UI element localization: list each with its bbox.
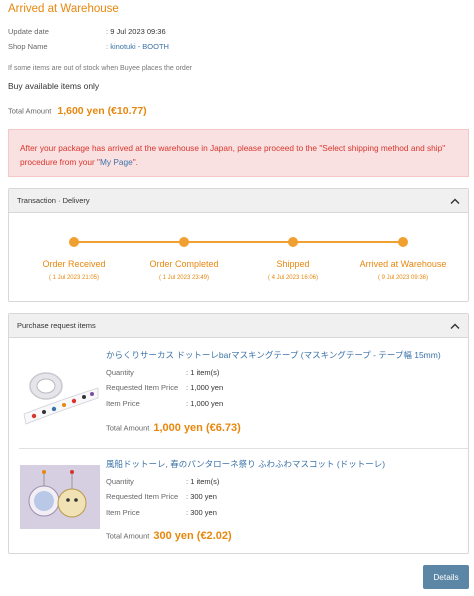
quantity-label: Quantity	[106, 477, 134, 486]
requested-price-row: Requested Item Price: 300 yen	[106, 492, 217, 501]
step-arrived: Arrived at Warehouse ( 9 Jul 2023 09:36)	[343, 259, 463, 281]
delivery-timeline: Order Received ( 1 Jul 2023 21:05) Order…	[9, 213, 468, 302]
stock-option: Buy available items only	[8, 81, 100, 91]
timeline-line	[74, 241, 404, 243]
total-amount-row: Total Amount 1,600 yen (€10.77)	[8, 105, 147, 117]
step-shipped: Shipped ( 4 Jul 2023 16:06)	[233, 259, 353, 281]
quantity-value: 1 item(s)	[190, 368, 220, 377]
item-total-row: Total Amount 300 yen (€2.02)	[106, 530, 232, 542]
plush-mascot-image[interactable]	[20, 465, 100, 529]
chevron-up-icon[interactable]	[449, 189, 461, 213]
shop-name-separator: :	[106, 42, 109, 51]
item-price-label: Item Price	[106, 399, 140, 408]
alert-text-after: ".	[132, 157, 138, 167]
transaction-panel-header[interactable]: Transaction · Delivery	[9, 189, 468, 213]
requested-price-separator: :	[186, 492, 189, 501]
quantity-row: Quantity: 1 item(s)	[106, 477, 219, 486]
item-name-link[interactable]: からくりサーカス ドットーレbarマスキングテープ (マスキングテープ - テー…	[106, 349, 441, 361]
step-date: ( 1 Jul 2023 23:49)	[158, 275, 210, 281]
item-price-value: 300 yen	[190, 508, 217, 517]
purchase-panel-header[interactable]: Purchase request items	[9, 314, 468, 338]
item-price-label: Item Price	[106, 508, 140, 517]
purchase-item: からくりサーカス ドットーレbarマスキングテープ (マスキングテープ - テー…	[9, 338, 468, 450]
purchase-panel: Purchase request items からくりサーカス ドットーレbar…	[8, 313, 469, 554]
step-name: Order Completed	[149, 259, 219, 269]
item-total-label: Total Amount	[106, 531, 150, 541]
quantity-value: 1 item(s)	[190, 477, 220, 486]
stock-note: If some items are out of stock when Buye…	[8, 65, 193, 72]
item-total-value: 1,000 yen (€6.73)	[153, 422, 241, 434]
requested-price-label: Requested Item Price	[106, 492, 179, 501]
item-total-value: 300 yen (€2.02)	[153, 530, 232, 542]
chevron-up-icon[interactable]	[449, 314, 461, 338]
requested-price-row: Requested Item Price: 1,000 yen	[106, 383, 223, 392]
step-name: Arrived at Warehouse	[359, 259, 447, 269]
update-date-row: Update date: 9 Jul 2023 09:36	[8, 27, 166, 36]
item-price-value: 1,000 yen	[190, 399, 224, 408]
purchase-item: 風船ドットーレ, 春のパンタローネ祭り ふわふわマスコット (ドットーレ) Qu…	[9, 448, 468, 553]
item-price-separator: :	[186, 508, 189, 517]
quantity-label: Quantity	[106, 368, 134, 377]
step-date: ( 9 Jul 2023 09:36)	[377, 275, 429, 281]
purchase-panel-title: Purchase request items	[17, 321, 96, 330]
item-total-row: Total Amount 1,000 yen (€6.73)	[106, 422, 241, 434]
requested-price-separator: :	[186, 383, 189, 392]
details-button[interactable]: Details	[423, 565, 469, 589]
quantity-separator: :	[186, 477, 189, 486]
shipping-alert: After your package has arrived at the wa…	[8, 129, 469, 177]
quantity-row: Quantity: 1 item(s)	[106, 368, 219, 377]
transaction-panel-title: Transaction · Delivery	[17, 196, 90, 205]
page-title: Arrived at Warehouse	[8, 3, 119, 15]
step-order-completed: Order Completed ( 1 Jul 2023 23:49)	[124, 259, 244, 281]
transaction-panel: Transaction · Delivery Order Received ( …	[8, 188, 469, 302]
item-price-row: Item Price: 300 yen	[106, 508, 217, 517]
item-price-separator: :	[186, 399, 189, 408]
timeline-dot-shipped	[288, 237, 298, 247]
step-name: Shipped	[276, 259, 310, 269]
update-date-separator: :	[106, 27, 109, 36]
item-price-row: Item Price: 1,000 yen	[106, 399, 223, 408]
quantity-separator: :	[186, 368, 189, 377]
total-amount-label: Total Amount	[8, 106, 52, 116]
shop-name-row: Shop Name: kinotuki - BOOTH	[8, 42, 169, 51]
update-date-label: Update date	[8, 27, 49, 36]
requested-price-label: Requested Item Price	[106, 383, 179, 392]
timeline-dot-order-received	[69, 237, 79, 247]
shop-name-label: Shop Name	[8, 42, 48, 51]
shop-name-link[interactable]: kinotuki - BOOTH	[110, 42, 169, 51]
item-total-label: Total Amount	[106, 423, 150, 433]
alert-text-before: After your package has arrived at the wa…	[20, 143, 446, 167]
masking-tape-image[interactable]	[20, 364, 100, 428]
requested-price-value: 1,000 yen	[190, 383, 224, 392]
my-page-link[interactable]: My Page	[100, 157, 133, 167]
item-name-link[interactable]: 風船ドットーレ, 春のパンタローネ祭り ふわふわマスコット (ドットーレ)	[106, 458, 385, 470]
update-date-value: 9 Jul 2023 09:36	[110, 27, 166, 36]
timeline-dot-arrived	[398, 237, 408, 247]
step-date: ( 1 Jul 2023 21:05)	[48, 275, 100, 281]
step-order-received: Order Received ( 1 Jul 2023 21:05)	[14, 259, 134, 281]
total-amount-value: 1,600 yen (€10.77)	[57, 105, 147, 117]
timeline-dot-order-completed	[179, 237, 189, 247]
step-name: Order Received	[42, 259, 106, 269]
requested-price-value: 300 yen	[190, 492, 217, 501]
step-date: ( 4 Jul 2023 16:06)	[267, 275, 319, 281]
